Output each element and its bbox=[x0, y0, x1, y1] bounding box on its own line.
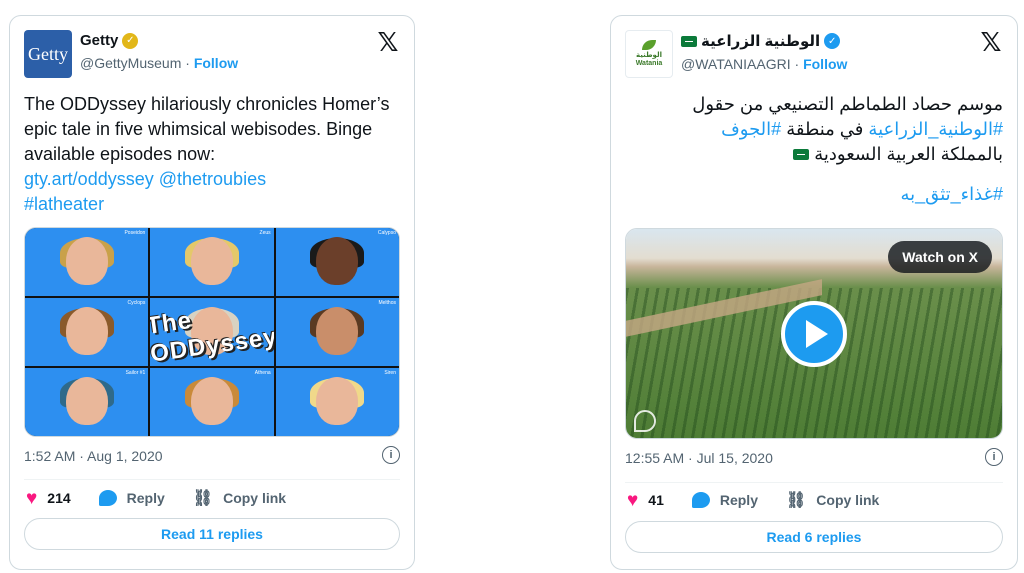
tweet-actions: ♥ 41 Reply ⛓ Copy link bbox=[627, 490, 1003, 510]
grid-cell: Calypso bbox=[275, 228, 399, 296]
reply-label: Reply bbox=[719, 492, 758, 508]
link-icon: ⛓ bbox=[785, 492, 807, 509]
x-logo-icon[interactable]: 𝕏 bbox=[979, 29, 1003, 55]
display-name[interactable]: Getty bbox=[80, 32, 118, 49]
hashtag-link[interactable]: #latheater bbox=[24, 194, 104, 214]
avatar-text-ar: الوطنية bbox=[636, 52, 662, 60]
tweet-header: Getty Getty ✓ @GettyMuseum · Follow 𝕏 bbox=[24, 28, 400, 80]
hashtag-food[interactable]: #غذاء_تثق_به bbox=[901, 184, 1003, 204]
copy-link-label: Copy link bbox=[816, 492, 880, 508]
x-logo-icon[interactable]: 𝕏 bbox=[376, 29, 400, 55]
cell-label: Cyclops bbox=[127, 300, 146, 306]
tweet-text-region: في منطقة bbox=[786, 119, 864, 139]
tweet-text: موسم حصاد الطماطم التصنيعي من حقول #الوط… bbox=[625, 92, 1003, 207]
reply-label: Reply bbox=[126, 490, 165, 506]
reply-bubble-icon bbox=[98, 490, 117, 506]
saudi-flag-icon bbox=[793, 149, 810, 160]
tweet-video[interactable]: Watch on X bbox=[625, 228, 1003, 439]
timestamp[interactable]: 12:55 AM · Jul 15, 2020 bbox=[625, 450, 773, 466]
tweet-meta: 12:55 AM · Jul 15, 2020 i bbox=[625, 448, 1003, 466]
tweet-text: The ODDyssey hilariously chronicles Home… bbox=[24, 92, 400, 217]
divider bbox=[625, 482, 1003, 483]
cell-label: Siren bbox=[384, 370, 396, 376]
like-button[interactable]: ♥ 41 bbox=[627, 491, 664, 510]
play-icon bbox=[806, 319, 828, 348]
tweet-card-getty: Getty Getty ✓ @GettyMuseum · Follow 𝕏 Th… bbox=[9, 15, 415, 570]
handle[interactable]: @GettyMuseum bbox=[80, 55, 181, 71]
like-button[interactable]: ♥ 214 bbox=[26, 489, 71, 508]
avatar[interactable]: Getty bbox=[24, 30, 72, 78]
play-button[interactable] bbox=[781, 300, 847, 367]
tweet-link[interactable]: gty.art/oddyssey bbox=[24, 169, 154, 189]
avatar-text-en: Watania bbox=[635, 60, 663, 67]
tweet-meta: 1:52 AM · Aug 1, 2020 i bbox=[24, 446, 400, 464]
read-replies-button[interactable]: Read 6 replies bbox=[625, 521, 1003, 553]
grid-cell: Poseidon bbox=[25, 228, 149, 296]
grid-cell: Siren bbox=[275, 368, 399, 436]
reply-bubble-icon bbox=[691, 492, 710, 508]
hashtag-jouf[interactable]: #الجوف bbox=[721, 119, 781, 139]
verified-gold-icon: ✓ bbox=[122, 32, 139, 49]
hashtag-watania[interactable]: #الوطنية_الزراعية bbox=[868, 119, 1003, 139]
like-count: 41 bbox=[648, 492, 664, 508]
tweet-body: The ODDyssey hilariously chronicles Home… bbox=[24, 94, 390, 164]
reply-button[interactable]: Reply bbox=[98, 490, 165, 506]
tweet-line-1: موسم حصاد الطماطم التصنيعي من حقول bbox=[692, 94, 1003, 114]
heart-icon: ♥ bbox=[26, 487, 38, 509]
heart-icon: ♥ bbox=[627, 489, 639, 511]
tweet-actions: ♥ 214 Reply ⛓ Copy link bbox=[26, 488, 400, 508]
copy-link-label: Copy link bbox=[223, 490, 287, 506]
info-icon[interactable]: i bbox=[985, 448, 1003, 466]
separator: · bbox=[185, 55, 190, 71]
media-title-overlay: The ODDyssey bbox=[150, 306, 274, 366]
tweet-header: الوطنية Watania الوطنية الزراعية ✓ @WATA… bbox=[625, 28, 1003, 80]
watermark-logo-icon bbox=[634, 410, 656, 432]
link-icon: ⛓ bbox=[192, 490, 214, 507]
reply-button[interactable]: Reply bbox=[691, 492, 758, 508]
avatar[interactable]: الوطنية Watania bbox=[625, 30, 673, 78]
grid-cell: Melthos bbox=[275, 298, 399, 366]
grid-cell: Sailor #1 bbox=[25, 368, 149, 436]
separator: · bbox=[794, 56, 800, 72]
cell-label: Poseidon bbox=[124, 230, 146, 236]
display-name[interactable]: الوطنية الزراعية bbox=[701, 32, 820, 50]
divider bbox=[24, 479, 400, 480]
leaf-logo-icon bbox=[642, 40, 656, 51]
timestamp[interactable]: 1:52 AM · Aug 1, 2020 bbox=[24, 448, 163, 464]
copy-link-button[interactable]: ⛓ Copy link bbox=[193, 488, 286, 508]
cell-label: Melthos bbox=[378, 300, 396, 306]
cell-label: Sailor #1 bbox=[125, 370, 146, 376]
avatar-text: Getty bbox=[28, 43, 68, 64]
read-replies-button[interactable]: Read 11 replies bbox=[24, 518, 400, 550]
follow-button[interactable]: Follow bbox=[803, 56, 847, 72]
grid-cell: Athena bbox=[150, 368, 274, 436]
cell-label: Zeus bbox=[259, 230, 271, 236]
mention-link[interactable]: @thetroubies bbox=[159, 169, 266, 189]
like-count: 214 bbox=[47, 490, 71, 506]
handle[interactable]: @WATANIAAGRI bbox=[681, 56, 791, 72]
grid-cell: Zeus bbox=[150, 228, 274, 296]
cell-label: Athena bbox=[254, 370, 271, 376]
cell-label: Calypso bbox=[377, 230, 396, 236]
tweet-card-watania: الوطنية Watania الوطنية الزراعية ✓ @WATA… bbox=[610, 15, 1018, 570]
verified-blue-icon: ✓ bbox=[824, 33, 841, 49]
copy-link-button[interactable]: ⛓ Copy link bbox=[786, 490, 879, 510]
grid-cell: Cyclops bbox=[25, 298, 149, 366]
follow-button[interactable]: Follow bbox=[194, 55, 238, 71]
tweet-image[interactable]: Poseidon Zeus Calypso Cyclops The ODDyss… bbox=[24, 227, 400, 437]
saudi-flag-icon bbox=[681, 35, 697, 47]
tweet-line-3: بالمملكة العربية السعودية bbox=[814, 144, 1003, 164]
grid-cell: The ODDyssey bbox=[150, 298, 274, 366]
watch-on-x-button[interactable]: Watch on X bbox=[888, 241, 992, 273]
info-icon[interactable]: i bbox=[382, 446, 400, 464]
